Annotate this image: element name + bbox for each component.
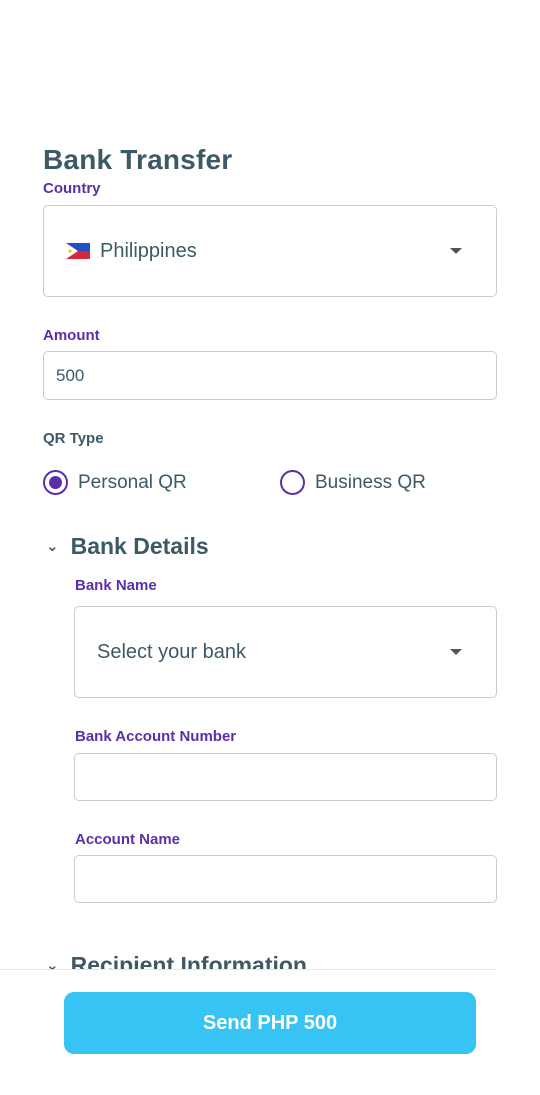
recipient-info-header[interactable]: ⌄ Recipient Information	[46, 952, 307, 970]
philippines-flag-icon	[66, 243, 90, 259]
country-selected-value: Philippines	[100, 239, 197, 262]
radio-personal-qr-label: Personal QR	[78, 471, 187, 493]
account-number-input[interactable]	[74, 753, 497, 801]
qr-type-label: QR Type	[43, 430, 104, 447]
account-name-input[interactable]	[74, 855, 497, 903]
chevron-down-icon: ⌄	[46, 956, 59, 971]
page-title: Bank Transfer	[43, 144, 233, 175]
radio-unselected-icon	[280, 470, 305, 495]
bank-name-label: Bank Name	[75, 577, 157, 594]
divider	[0, 969, 496, 970]
chevron-down-icon: ⌄	[46, 537, 59, 555]
radio-business-qr-label: Business QR	[315, 471, 426, 493]
amount-label: Amount	[43, 327, 100, 344]
amount-input[interactable]: 500	[43, 351, 497, 400]
radio-selected-icon	[43, 470, 68, 495]
bank-details-title: Bank Details	[70, 533, 209, 559]
account-name-label: Account Name	[75, 831, 181, 848]
chevron-down-icon	[450, 649, 462, 655]
recipient-info-title: Recipient Information	[70, 952, 307, 970]
radio-personal-qr[interactable]: Personal QR	[43, 470, 187, 495]
send-button[interactable]: Send PHP 500	[64, 992, 476, 1054]
chevron-down-icon	[450, 248, 462, 254]
bank-name-placeholder: Select your bank	[97, 640, 246, 663]
bank-details-header[interactable]: ⌄ Bank Details	[46, 533, 209, 560]
qr-type-radio-group: Personal QR Business QR	[43, 470, 503, 498]
bank-name-select[interactable]: Select your bank	[74, 606, 497, 698]
radio-business-qr[interactable]: Business QR	[280, 470, 426, 495]
account-number-label: Bank Account Number	[75, 728, 237, 745]
country-select[interactable]: Philippines	[43, 205, 497, 297]
country-label: Country	[43, 180, 101, 197]
